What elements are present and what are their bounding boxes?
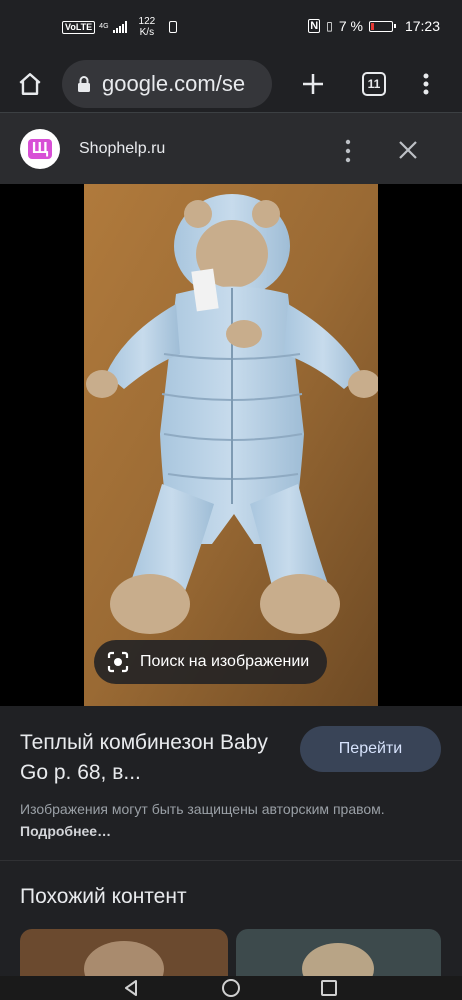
search-in-image-button[interactable]: Поиск на изображении	[94, 640, 328, 684]
clock: 17:23	[404, 18, 440, 34]
close-icon	[399, 141, 417, 159]
similar-thumbnail-image	[84, 941, 164, 977]
site-name[interactable]: Shophelp.ru	[79, 140, 165, 158]
search-in-image-label: Поиск на изображении	[140, 653, 310, 670]
recents-button[interactable]	[317, 978, 341, 998]
plus-icon	[303, 74, 323, 94]
similar-thumbnail[interactable]	[236, 929, 441, 977]
similar-thumbnail-image	[302, 943, 374, 977]
battery-percent: 7 %	[338, 18, 363, 34]
home-nav-button[interactable]	[219, 978, 243, 998]
back-triangle-icon	[125, 980, 137, 996]
status-bar: VoLTE 4G 122 K/s N ▯ 7 % 17:23	[0, 0, 462, 56]
similar-content-section: Похожий контент	[0, 860, 462, 977]
volte-badge: VoLTE	[62, 20, 96, 34]
address-bar[interactable]: google.com/se	[62, 60, 272, 108]
nfc-icon: N	[308, 19, 321, 33]
product-image[interactable]: Поиск на изображении	[84, 184, 378, 706]
site-logo[interactable]: Щ	[20, 129, 60, 169]
back-button[interactable]	[119, 978, 143, 998]
status-right-group: N ▯ 7 % 17:23	[308, 18, 440, 34]
system-navigation-bar	[0, 976, 462, 1000]
tab-switcher-button[interactable]: 11	[352, 62, 396, 106]
snowsuit-photo	[84, 184, 378, 706]
battery-icon	[368, 20, 396, 32]
image-source-header: Щ Shophelp.ru	[0, 112, 462, 184]
network-speed: 122 K/s	[139, 16, 156, 38]
home-circle-icon	[222, 979, 240, 997]
image-viewer: Поиск на изображении	[0, 184, 462, 706]
learn-more-link[interactable]: Подробнее…	[20, 823, 111, 839]
vibrate-icon: ▯	[326, 19, 333, 33]
new-tab-button[interactable]	[291, 62, 335, 106]
copyright-notice: Изображения могут быть защищены авторски…	[20, 798, 410, 842]
more-vert-icon	[345, 139, 351, 163]
close-button[interactable]	[390, 135, 426, 167]
visit-button[interactable]: Перейти	[300, 726, 441, 772]
tab-count: 11	[362, 72, 386, 96]
source-more-button[interactable]	[330, 135, 366, 167]
home-icon	[19, 73, 41, 95]
result-title[interactable]: Теплый комбинезон Baby Go р. 68, в...	[20, 728, 290, 788]
home-button[interactable]	[8, 62, 52, 106]
speed-value: 122	[138, 16, 156, 27]
result-info: Теплый комбинезон Baby Go р. 68, в... Пе…	[0, 706, 462, 860]
browser-menu-button[interactable]	[404, 62, 448, 106]
more-vert-icon	[423, 73, 429, 95]
similar-content-heading: Похожий контент	[20, 885, 187, 908]
browser-toolbar: google.com/se 11	[0, 56, 462, 112]
speed-unit: K/s	[139, 27, 155, 38]
signal-strength-icon	[112, 21, 127, 33]
similar-thumbnail[interactable]	[20, 929, 228, 977]
status-left-group: VoLTE 4G 122 K/s	[62, 16, 178, 38]
url-text: google.com/se	[102, 71, 246, 96]
google-lens-icon	[107, 651, 129, 673]
recents-square-icon	[321, 980, 337, 996]
network-type-label: 4G	[99, 23, 109, 30]
sim-card-icon	[169, 21, 178, 33]
copyright-text: Изображения могут быть защищены авторски…	[20, 801, 385, 817]
lock-icon	[78, 76, 90, 92]
site-logo-mark: Щ	[28, 139, 52, 159]
